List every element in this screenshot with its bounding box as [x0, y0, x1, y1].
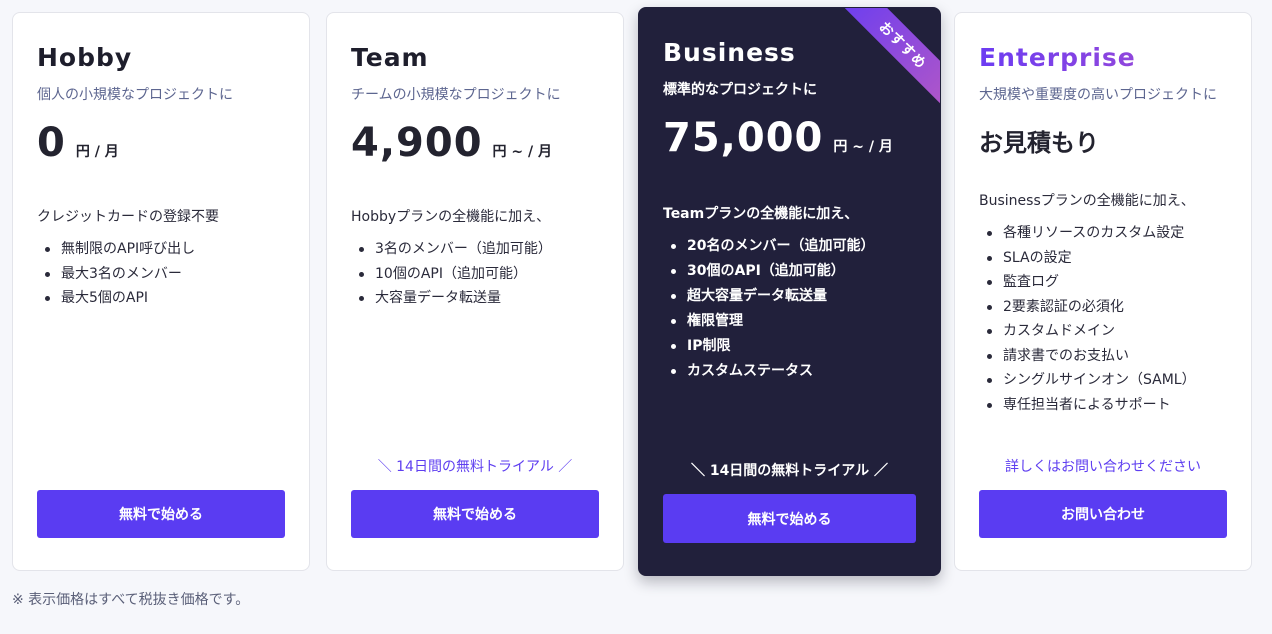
plan-name: Enterprise [979, 41, 1227, 75]
plan-price: 75,000 [663, 115, 824, 161]
plan-name: Hobby [37, 43, 133, 72]
tax-footnote: ※ 表示価格はすべて税抜き価格です。 [12, 592, 250, 608]
plan-intro: Hobbyプランの全機能に加え、 [351, 209, 551, 225]
feature-item: 最大5個のAPI [37, 286, 285, 311]
plan-card-hobby: Hobby 個人の小規模なプロジェクトに 0 円 / 月 クレジットカードの登録… [12, 12, 310, 571]
plan-price: 4,900 [351, 120, 483, 166]
plan-description: 個人の小規模なプロジェクトに [37, 87, 233, 103]
plan-description: 大規模や重要度の高いプロジェクトに [979, 87, 1217, 103]
plan-price: 0 [37, 120, 66, 166]
plan-card-enterprise: Enterprise 大規模や重要度の高いプロジェクトに お見積もり Busin… [954, 12, 1252, 571]
plan-name: Team [351, 43, 429, 72]
trial-note: ＼ 14日間の無料トライアル ／ [690, 463, 889, 479]
plan-intro: クレジットカードの登録不要 [37, 209, 219, 225]
feature-item: 請求書でのお支払い [979, 344, 1227, 369]
price-row: 0 円 / 月 [37, 117, 285, 169]
feature-item: 権限管理 [663, 309, 916, 334]
feature-item: 超大容量データ転送量 [663, 284, 916, 309]
feature-item: 最大3名のメンバー [37, 262, 285, 287]
plan-description: チームの小規模なプロジェクトに [351, 87, 561, 103]
start-free-button[interactable]: 無料で始める [37, 490, 285, 538]
price-unit: 円 / 月 [75, 144, 119, 160]
feature-item: SLAの設定 [979, 246, 1227, 271]
feature-item: 無制限のAPI呼び出し [37, 237, 285, 262]
feature-list: 各種リソースのカスタム設定 SLAの設定 監査ログ 2要素認証の必須化 カスタム… [979, 221, 1227, 417]
contact-note: 詳しくはお問い合わせください [1005, 459, 1201, 475]
plan-card-business: おすすめ Business 標準的なプロジェクトに 75,000 円 ~ / 月… [638, 7, 941, 576]
price-row: 75,000 円 ~ / 月 [663, 112, 916, 164]
feature-item: カスタムステータス [663, 359, 916, 384]
feature-item: 専任担当者によるサポート [979, 393, 1227, 418]
price-row: 4,900 円 ~ / 月 [351, 117, 599, 169]
plan-price: お見積もり [979, 129, 1099, 157]
start-free-button[interactable]: 無料で始める [351, 490, 599, 538]
price-row: お見積もり [979, 117, 1227, 169]
feature-item: 監査ログ [979, 270, 1227, 295]
feature-item: 10個のAPI（追加可能） [351, 262, 599, 287]
start-free-button[interactable]: 無料で始める [663, 494, 916, 543]
contact-button[interactable]: お問い合わせ [979, 490, 1227, 538]
feature-item: シングルサインオン（SAML） [979, 368, 1227, 393]
feature-item: 30個のAPI（追加可能） [663, 259, 916, 284]
feature-list: 20名のメンバー（追加可能） 30個のAPI（追加可能） 超大容量データ転送量 … [663, 234, 916, 384]
trial-note: ＼ 14日間の無料トライアル ／ [377, 459, 573, 475]
price-unit: 円 ~ / 月 [833, 139, 893, 155]
feature-item: 20名のメンバー（追加可能） [663, 234, 916, 259]
feature-list: 3名のメンバー（追加可能） 10個のAPI（追加可能） 大容量データ転送量 [351, 237, 599, 311]
feature-item: 2要素認証の必須化 [979, 295, 1227, 320]
feature-item: 各種リソースのカスタム設定 [979, 221, 1227, 246]
feature-item: カスタムドメイン [979, 319, 1227, 344]
feature-list: 無制限のAPI呼び出し 最大3名のメンバー 最大5個のAPI [37, 237, 285, 311]
plan-description: 標準的なプロジェクトに [663, 82, 817, 98]
feature-item: 3名のメンバー（追加可能） [351, 237, 599, 262]
plan-intro: Teamプランの全機能に加え、 [663, 206, 859, 222]
feature-item: IP制限 [663, 334, 916, 359]
plan-card-team: Team チームの小規模なプロジェクトに 4,900 円 ~ / 月 Hobby… [326, 12, 624, 571]
price-unit: 円 ~ / 月 [492, 144, 552, 160]
plan-intro: Businessプランの全機能に加え、 [979, 193, 1195, 209]
feature-item: 大容量データ転送量 [351, 286, 599, 311]
